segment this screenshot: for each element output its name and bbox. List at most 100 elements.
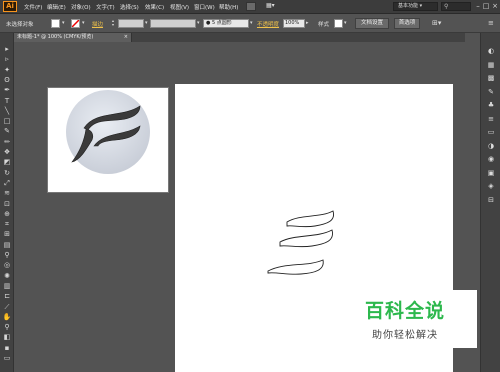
placed-reference-image[interactable] (47, 87, 169, 193)
variable-width-profile[interactable] (150, 19, 196, 28)
menu-view[interactable]: 视图(V) (170, 3, 189, 11)
brush-definition-field[interactable]: ● 5 点圆形 (203, 19, 249, 28)
bridge-icon[interactable] (246, 2, 256, 11)
selection-tool-icon[interactable]: ▸ (2, 45, 12, 54)
color-panel-icon[interactable]: ◐ (486, 47, 496, 56)
chevron-down-icon: ▾ (419, 3, 423, 9)
column-graph-tool-icon[interactable]: ▥ (2, 282, 12, 291)
stroke-label[interactable]: 描边 (92, 20, 103, 28)
menu-file[interactable]: 文件(F) (24, 3, 42, 11)
swatches-panel-icon[interactable]: ▩ (486, 74, 496, 83)
stroke-weight-field[interactable] (118, 19, 144, 28)
logo-reference-graphic (66, 90, 150, 174)
fill-stroke-icon[interactable]: ◧ (2, 333, 12, 342)
opacity-field[interactable]: 100% (283, 19, 305, 28)
line-tool-icon[interactable]: ╲ (2, 107, 12, 116)
brushes-panel-icon[interactable]: ✎ (486, 88, 496, 97)
blob-brush-tool-icon[interactable]: ❖ (2, 148, 12, 157)
chevron-down-icon[interactable]: ▾ (197, 20, 202, 27)
hand-tool-icon[interactable]: ✋ (2, 313, 12, 322)
stroke-panel-icon[interactable]: ≡ (486, 115, 496, 124)
control-bar: 未选择对象 ▾ ▾ 描边 ▴ ▾ ▾ ▾ ● 5 点圆形 ▾ 不透明度 100% … (0, 14, 500, 33)
search-icon: ⚲ (444, 3, 449, 10)
arrange-documents-icon[interactable]: ▦▾ (266, 2, 278, 11)
stroke-swatch[interactable] (71, 19, 80, 28)
menu-select[interactable]: 选择(S) (120, 3, 139, 11)
screen-mode-icon[interactable]: ▭ (2, 354, 12, 363)
eyedropper-tool-icon[interactable]: ⚲ (2, 251, 12, 260)
opacity-label[interactable]: 不透明度 (257, 20, 279, 28)
mesh-tool-icon[interactable]: ⊞ (2, 230, 12, 239)
warp-tool-icon[interactable]: ≋ (2, 189, 12, 198)
symbol-sprayer-tool-icon[interactable]: ✺ (2, 272, 12, 281)
document-setup-button[interactable]: 文档设置 (355, 18, 389, 29)
tools-panel: ▸ ▹ ✦ ʘ ✒ T ╲ □ ✎ ✏ ❖ ◩ ↻ ⤢ ≋ ⊡ ⊕ ⌗ ⊞ ▤ ⚲ ◎ ✺ ▥ ⊏ ⟋ ✋ ⚲ ◧ ▪ ▭ (0, 33, 14, 372)
panel-dock: ◐ ▦ ▩ ✎ ♣ ≡ ▭ ◑ ◉ ▣ ◈ ⊟ (480, 33, 500, 372)
rectangle-tool-icon[interactable]: □ (2, 117, 12, 126)
chevron-down-icon[interactable]: ▸ (306, 20, 311, 27)
app-logo: Ai (3, 1, 17, 12)
shape-builder-tool-icon[interactable]: ⊕ (2, 210, 12, 219)
menu-edit[interactable]: 编辑(E) (47, 3, 66, 11)
lasso-tool-icon[interactable]: ʘ (2, 76, 12, 85)
layers-panel-icon[interactable]: ◈ (486, 182, 496, 191)
magic-wand-tool-icon[interactable]: ✦ (2, 66, 12, 75)
menu-type[interactable]: 文字(T) (96, 3, 115, 11)
blend-tool-icon[interactable]: ◎ (2, 261, 12, 270)
document-tab-title: 未标题-1* @ 100% (CMYK/预览) (17, 34, 94, 40)
no-stroke-icon (72, 20, 79, 27)
artboard-tool-icon[interactable]: ⊏ (2, 292, 12, 301)
zoom-tool-icon[interactable]: ⚲ (2, 323, 12, 332)
perspective-grid-tool-icon[interactable]: ⌗ (2, 220, 12, 229)
graphic-style-swatch[interactable] (334, 19, 343, 28)
graphic-styles-panel-icon[interactable]: ▣ (486, 169, 496, 178)
watermark-subtitle: 助你轻松解决 (372, 330, 438, 341)
free-transform-tool-icon[interactable]: ⊡ (2, 200, 12, 209)
brush-stroke-middle (279, 229, 333, 248)
align-icon[interactable]: ⊞▾ (432, 19, 441, 27)
type-tool-icon[interactable]: T (2, 97, 12, 106)
rotate-tool-icon[interactable]: ↻ (2, 169, 12, 178)
watermark: 百科全说 助你轻松解决 (333, 290, 477, 348)
close-tab-icon[interactable]: × (124, 33, 128, 42)
chevron-down-icon[interactable]: ▾ (250, 20, 255, 27)
pen-tool-icon[interactable]: ✒ (2, 86, 12, 95)
appearance-panel-icon[interactable]: ◉ (486, 155, 496, 164)
menu-object[interactable]: 对象(O) (71, 3, 91, 11)
artboards-panel-icon[interactable]: ⊟ (486, 196, 496, 205)
stroke-weight-stepper[interactable]: ▴ ▾ (112, 19, 117, 28)
menu-window[interactable]: 窗口(W) (194, 3, 215, 11)
direct-selection-tool-icon[interactable]: ▹ (2, 55, 12, 64)
color-guide-panel-icon[interactable]: ▦ (486, 61, 496, 70)
menu-help[interactable]: 帮助(H) (219, 3, 238, 11)
symbols-panel-icon[interactable]: ♣ (486, 101, 496, 110)
workspace-switcher[interactable]: 基本功能 ▾ (393, 2, 438, 11)
preferences-button[interactable]: 首选项 (394, 18, 420, 29)
close-window-button[interactable]: × (491, 2, 499, 11)
selection-status: 未选择对象 (6, 22, 34, 28)
chevron-down-icon[interactable]: ▾ (82, 20, 87, 27)
gradient-tool-icon[interactable]: ▤ (2, 241, 12, 250)
eraser-tool-icon[interactable]: ◩ (2, 158, 12, 167)
scale-tool-icon[interactable]: ⤢ (2, 179, 12, 188)
brush-dot-icon: ● (206, 20, 211, 26)
fill-swatch[interactable] (51, 19, 60, 28)
workspace-label: 基本功能 (398, 3, 419, 9)
restore-button[interactable]: □ (482, 2, 490, 11)
color-mode-icon[interactable]: ▪ (2, 344, 12, 353)
transparency-panel-icon[interactable]: ◑ (486, 142, 496, 151)
document-tab[interactable]: 未标题-1* @ 100% (CMYK/预览) × (14, 33, 132, 42)
panel-menu-icon[interactable]: ≡ (488, 19, 494, 27)
minimize-button[interactable]: – (474, 2, 482, 11)
slice-tool-icon[interactable]: ⟋ (2, 303, 12, 312)
watermark-title: 百科全说 (364, 300, 445, 322)
chevron-down-icon[interactable]: ▾ (344, 20, 349, 27)
menu-bar: Ai 文件(F) 编辑(E) 对象(O) 文字(T) 选择(S) 效果(C) 视… (0, 0, 500, 14)
chevron-down-icon[interactable]: ▾ (62, 20, 67, 27)
menu-effect[interactable]: 效果(C) (145, 3, 164, 11)
pencil-tool-icon[interactable]: ✏ (2, 138, 12, 147)
search-input[interactable]: ⚲ (441, 2, 471, 11)
paintbrush-tool-icon[interactable]: ✎ (2, 127, 12, 136)
gradient-panel-icon[interactable]: ▭ (486, 128, 496, 137)
brush-stroke-bottom (267, 259, 324, 275)
